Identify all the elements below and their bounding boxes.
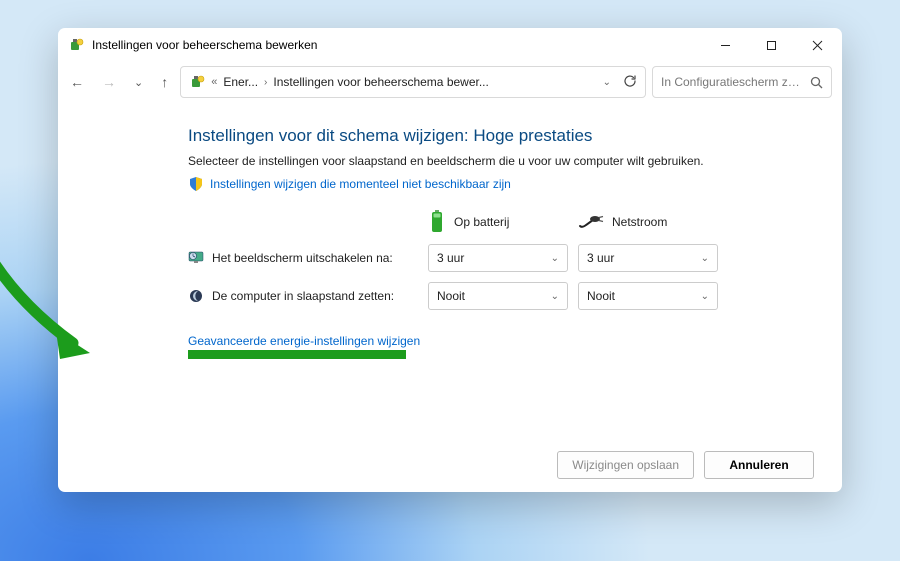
monitor-icon xyxy=(188,250,204,266)
breadcrumb-item[interactable]: Instellingen voor beheerschema bewer... xyxy=(273,75,488,89)
change-unavailable-settings-link[interactable]: Instellingen wijzigen die momenteel niet… xyxy=(210,177,511,191)
nav-buttons: ← → ⌄ ↑ xyxy=(68,74,174,90)
search-icon xyxy=(810,76,823,89)
column-plugged: Netstroom xyxy=(578,214,728,230)
annotation-arrow xyxy=(0,243,108,363)
plug-icon xyxy=(578,214,604,230)
footer: Wijzigingen opslaan Annuleren xyxy=(58,438,842,492)
breadcrumb-overflow[interactable]: « xyxy=(211,76,217,88)
row-label-sleep: De computer in slaapstand zetten: xyxy=(212,289,394,303)
chevron-down-icon: ⌄ xyxy=(551,291,559,302)
display-off-battery-dropdown[interactable]: 3 uur⌄ xyxy=(428,244,568,272)
window-title: Instellingen voor beheerschema bewerken xyxy=(92,38,702,52)
close-button[interactable] xyxy=(794,29,840,61)
titlebar: Instellingen voor beheerschema bewerken xyxy=(58,28,842,62)
refresh-button[interactable] xyxy=(623,74,637,91)
sleep-plugged-dropdown[interactable]: Nooit⌄ xyxy=(578,282,718,310)
chevron-right-icon[interactable]: › xyxy=(264,77,267,88)
page-heading: Instellingen voor dit schema wijzigen: H… xyxy=(188,126,814,146)
advanced-power-settings-link[interactable]: Geavanceerde energie-instellingen wijzig… xyxy=(188,334,814,348)
search-placeholder: In Configuratiescherm zoek... xyxy=(661,75,804,89)
search-input[interactable]: In Configuratiescherm zoek... xyxy=(652,66,832,98)
forward-button[interactable]: → xyxy=(102,74,116,90)
battery-icon xyxy=(428,210,446,234)
maximize-button[interactable] xyxy=(748,29,794,61)
page-subtext: Selecteer de instellingen voor slaapstan… xyxy=(188,154,814,168)
content-area: Instellingen voor dit schema wijzigen: H… xyxy=(58,108,842,438)
row-label-display: Het beeldscherm uitschakelen na: xyxy=(212,251,393,265)
save-button[interactable]: Wijzigingen opslaan xyxy=(557,451,694,479)
annotation-underline xyxy=(188,350,406,359)
cancel-button[interactable]: Annuleren xyxy=(704,451,814,479)
chevron-down-icon[interactable]: ⌄ xyxy=(603,77,611,88)
column-battery: Op batterij xyxy=(428,210,578,234)
minimize-button[interactable] xyxy=(702,29,748,61)
toolbar: ← → ⌄ ↑ « Ener... › Instellingen voor be… xyxy=(58,62,842,108)
chevron-down-icon: ⌄ xyxy=(701,291,709,302)
chevron-down-icon: ⌄ xyxy=(551,253,559,264)
power-plan-icon xyxy=(68,37,84,53)
back-button[interactable]: ← xyxy=(70,74,84,90)
control-panel-window: Instellingen voor beheerschema bewerken … xyxy=(58,28,842,492)
recent-locations-button[interactable]: ⌄ xyxy=(134,76,143,89)
sleep-battery-dropdown[interactable]: Nooit⌄ xyxy=(428,282,568,310)
address-bar[interactable]: « Ener... › Instellingen voor beheersche… xyxy=(180,66,646,98)
up-button[interactable]: ↑ xyxy=(161,74,168,90)
power-plan-icon xyxy=(189,74,205,90)
display-off-plugged-dropdown[interactable]: 3 uur⌄ xyxy=(578,244,718,272)
chevron-down-icon: ⌄ xyxy=(701,253,709,264)
breadcrumb-item[interactable]: Ener... xyxy=(223,75,258,89)
shield-icon xyxy=(188,176,204,192)
moon-icon xyxy=(188,288,204,304)
